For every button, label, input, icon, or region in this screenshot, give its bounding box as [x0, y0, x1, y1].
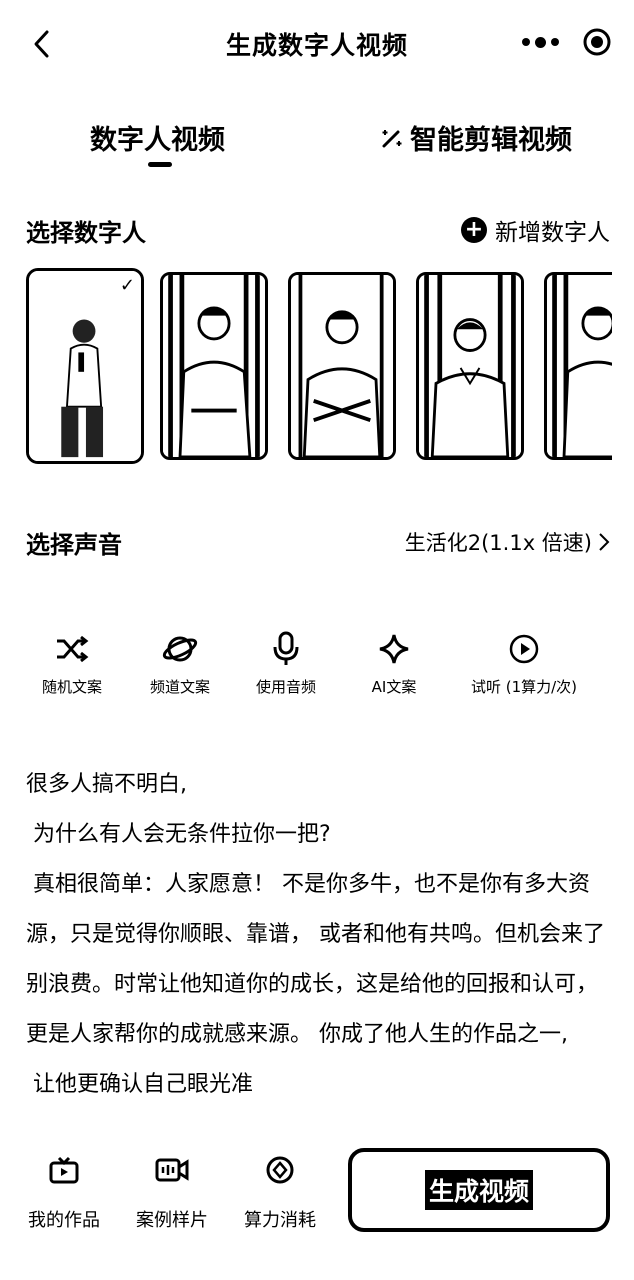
- play-circle-icon: [508, 628, 540, 670]
- tv-icon: [49, 1152, 79, 1188]
- tool-preview-listen[interactable]: 试听 (1算力/次): [464, 628, 584, 697]
- avatar-card[interactable]: [416, 272, 524, 460]
- nav-label: 算力消耗: [244, 1210, 316, 1231]
- tab-label: 数字人视频: [90, 125, 225, 156]
- avatar-image: [29, 271, 141, 461]
- chevron-right-icon: [599, 533, 610, 551]
- tool-ai-script[interactable]: AI文案: [334, 628, 454, 697]
- sparkle-icon: [378, 628, 410, 670]
- tool-label: 试听 (1算力/次): [470, 678, 578, 696]
- section-title-voice: 选择声音: [26, 530, 122, 559]
- nav-label: 我的作品: [28, 1210, 100, 1231]
- magic-wand-icon: [382, 129, 402, 147]
- shuffle-icon: [55, 628, 89, 670]
- tab-label: 智能剪辑视频: [410, 125, 572, 156]
- bottom-bar: 我的作品 案例样片 算力消耗 生成视频: [0, 1140, 634, 1280]
- tool-use-audio[interactable]: 使用音频: [226, 628, 346, 697]
- more-icon[interactable]: [522, 36, 559, 48]
- tab-bar: 数字人视频 智能剪辑视频: [0, 110, 634, 176]
- planet-icon: [162, 628, 198, 670]
- avatar-card[interactable]: [288, 272, 396, 460]
- avatar-section-header: 选择数字人 + 新增数字人: [26, 210, 610, 250]
- avatar-card[interactable]: ✓: [26, 268, 144, 464]
- script-tools: 随机文案 频道文案 使用音频 AI文案 试听 (1算力/次): [0, 628, 634, 698]
- header: 生成数字人视频: [0, 0, 634, 86]
- voice-section[interactable]: 选择声音 生活化2(1.1x 倍速): [26, 522, 610, 562]
- script-paragraph: 为什么有人会无条件拉你一把?: [26, 822, 331, 847]
- nav-case-samples[interactable]: 案例样片: [122, 1152, 222, 1232]
- tool-channel-script[interactable]: 频道文案: [120, 628, 240, 697]
- script-paragraph: 很多人搞不明白,: [26, 772, 187, 797]
- microphone-icon: [273, 628, 299, 670]
- script-paragraph: 让他更确认自己眼光准: [26, 1072, 254, 1097]
- section-title-avatar: 选择数字人: [26, 218, 146, 247]
- close-target-icon[interactable]: [582, 27, 612, 57]
- generate-video-label: 生成视频: [424, 1170, 533, 1210]
- mini-program-capsule: [500, 20, 616, 64]
- nav-compute-usage[interactable]: 算力消耗: [230, 1152, 330, 1232]
- tool-label: AI文案: [371, 678, 417, 696]
- avatar-card[interactable]: [544, 272, 612, 460]
- plus-icon: +: [461, 217, 487, 243]
- tool-label: 使用音频: [255, 678, 316, 696]
- active-tab-indicator: [148, 162, 172, 167]
- script-textarea[interactable]: 很多人搞不明白, 为什么有人会无条件拉你一把? 真相很简单：人家愿意！ 不是你多…: [26, 760, 612, 1126]
- coin-icon: [265, 1152, 295, 1188]
- checkmark-icon: ✓: [119, 275, 135, 296]
- voice-selector[interactable]: 生活化2(1.1x 倍速): [405, 527, 610, 557]
- add-avatar-label: 新增数字人: [495, 220, 610, 246]
- voice-value: 生活化2(1.1x 倍速): [404, 531, 592, 555]
- generate-video-button[interactable]: 生成视频: [348, 1148, 610, 1232]
- tool-random-script[interactable]: 随机文案: [12, 628, 132, 697]
- tool-label: 频道文案: [149, 678, 210, 696]
- avatar-image: [547, 275, 612, 457]
- script-paragraph: 真相很简单：人家愿意！ 不是你多牛，也不是你有多大资源，只是觉得你顺眼、靠谱， …: [26, 872, 605, 1047]
- avatar-image: [419, 275, 521, 457]
- video-camera-icon: [155, 1152, 189, 1188]
- tool-label: 随机文案: [41, 678, 102, 696]
- nav-my-works[interactable]: 我的作品: [14, 1152, 114, 1232]
- avatar-card[interactable]: [160, 272, 268, 460]
- tab-digital-human-video[interactable]: 数字人视频: [90, 118, 225, 157]
- avatar-image: [163, 275, 265, 457]
- tab-smart-edit-video[interactable]: 智能剪辑视频: [380, 118, 572, 157]
- add-avatar-button[interactable]: + 新增数字人: [461, 213, 610, 247]
- avatar-list: ✓: [26, 268, 612, 464]
- nav-label: 案例样片: [136, 1210, 208, 1231]
- avatar-image: [291, 275, 393, 457]
